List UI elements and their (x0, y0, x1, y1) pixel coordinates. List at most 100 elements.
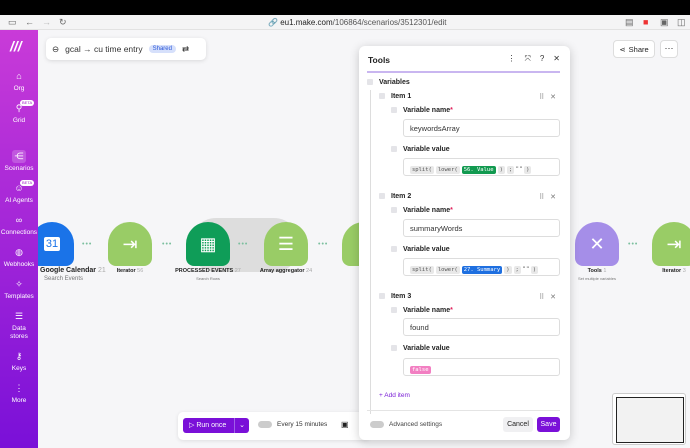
address-bar[interactable]: 🔗 eu1.make.com/106864/scenarios/3512301/… (268, 18, 447, 27)
variable-pill[interactable]: 27. Summary (461, 266, 503, 274)
collapse-toggle[interactable] (379, 193, 385, 200)
save-button[interactable]: Save (537, 417, 560, 432)
database-icon: ☰ (14, 311, 24, 321)
more-vertical-icon: ⋮ (14, 383, 24, 393)
back-icon[interactable]: ← (25, 17, 34, 27)
function-token[interactable]: lower( (435, 266, 460, 274)
module-iterator-2[interactable]: ⇥ (652, 222, 690, 266)
boolean-pill[interactable]: false (410, 366, 431, 374)
remove-item-icon[interactable]: ✕ (550, 94, 556, 101)
module-label: PROCESSED EVENTS 27 (175, 268, 241, 274)
drag-handle-icon[interactable]: ⠿ (539, 94, 544, 101)
collapse-toggle[interactable] (379, 293, 385, 300)
run-once-button[interactable]: ▷ Run once ⌄ (183, 418, 249, 433)
variable-value-input[interactable]: split(lower(27. Summary); " ") (403, 258, 560, 276)
function-token[interactable]: ) (504, 266, 512, 274)
collapse-toggle[interactable] (379, 93, 385, 100)
variable-value-label: Variable value (391, 246, 450, 253)
sidebar-label: Data stores (10, 325, 28, 340)
share-button[interactable]: ⋖ Share (613, 40, 655, 58)
forward-icon[interactable]: → (42, 17, 51, 27)
make-logo[interactable]: /// (10, 38, 22, 54)
sidebar-item-grid[interactable]: BETA ⚲ Grid (0, 100, 38, 125)
sidebar-item-connections[interactable]: ∞ Connections (0, 214, 38, 237)
cancel-button[interactable]: Cancel (503, 417, 533, 432)
variable-value-input[interactable]: split(lower(56. Value); " ") (403, 158, 560, 176)
swap-icon[interactable]: ⇄ (182, 44, 189, 55)
split-view-icon[interactable]: ◫ (677, 17, 686, 28)
connector[interactable]: ••• (628, 241, 638, 248)
schedule-toggle[interactable]: Every 15 minutes (258, 421, 327, 428)
sidebar-item-scenarios[interactable]: ⋲ Scenarios (0, 150, 38, 173)
add-item-button[interactable]: + Add item (379, 392, 410, 399)
variable-pill[interactable]: 56. Value (461, 166, 496, 174)
minimap[interactable] (612, 393, 686, 445)
variable-name-input[interactable]: found (403, 318, 560, 336)
sidebar-item-more[interactable]: ⋮ More (0, 382, 38, 405)
connector[interactable]: ••• (238, 241, 248, 248)
module-sub: Search Rows (196, 276, 220, 281)
footer-divider (367, 410, 560, 411)
module-tools[interactable]: ✕ (575, 222, 619, 266)
minimap-viewport[interactable] (616, 397, 684, 443)
variable-value-input[interactable]: false (403, 358, 560, 376)
expand-icon[interactable]: ⤧ (524, 54, 530, 64)
sidebar-item-templates[interactable]: ✧ Templates (0, 278, 38, 301)
sidebar-toggle-icon[interactable]: ▭ (8, 17, 17, 28)
item-2-header[interactable]: Item 2 (379, 193, 411, 200)
remove-item-icon[interactable]: ✕ (550, 294, 556, 301)
variable-name-input[interactable]: keywordsArray (403, 119, 560, 137)
item-3-header[interactable]: Item 3 (379, 293, 411, 300)
chevron-down-icon[interactable]: ⌄ (234, 418, 249, 433)
function-token[interactable]: split( (410, 166, 434, 174)
sidebar-item-webhooks[interactable]: ◍ Webhooks (0, 246, 38, 269)
scenario-title[interactable]: gcal → cu time entry (65, 44, 142, 54)
sidebar-item-data-stores[interactable]: ☰ Data stores (0, 310, 38, 341)
module-processed-events[interactable]: ▦ (186, 222, 230, 266)
function-token[interactable]: ) (524, 166, 532, 174)
item-controls: ⠿ ✕ (539, 93, 556, 101)
more-vertical-icon[interactable]: ⋮ (507, 54, 515, 64)
advanced-settings-toggle[interactable]: Advanced settings (370, 421, 442, 428)
key-icon: ⚷ (15, 351, 23, 361)
function-token[interactable]: lower( (435, 166, 460, 174)
back-circle-icon[interactable]: ⊖ (52, 44, 59, 55)
reload-icon[interactable]: ↻ (59, 17, 67, 28)
variable-name-label: Variable name* (391, 107, 453, 114)
separator-token[interactable]: ; (513, 266, 521, 274)
sidebar-item-keys[interactable]: ⚷ Keys (0, 350, 38, 373)
extension-icon[interactable]: ▤ (625, 17, 634, 28)
close-icon[interactable]: ✕ (553, 54, 560, 64)
drag-handle-icon[interactable]: ⠿ (539, 294, 544, 301)
advanced-settings-label: Advanced settings (389, 421, 443, 429)
toggle-switch[interactable] (258, 421, 272, 428)
module-iterator[interactable]: ⇥ (108, 222, 152, 266)
module-label: Array aggregator 24 (259, 268, 313, 274)
separator-token[interactable]: ; (506, 166, 515, 174)
save-icon[interactable]: ▣ (341, 420, 349, 429)
function-token[interactable]: split( (410, 266, 434, 274)
module-google-calendar[interactable]: 31 (38, 222, 74, 266)
more-button[interactable]: ··· (660, 40, 678, 58)
sidebar-item-org[interactable]: ⌂ Org (0, 70, 38, 93)
sidebar-item-ai-agents[interactable]: BETA ☺ AI Agents (0, 180, 38, 205)
item-controls: ⠿ ✕ (539, 293, 556, 301)
connector[interactable]: ••• (82, 241, 92, 248)
extension-red-icon[interactable]: ■ (643, 17, 648, 27)
module-array-aggregator[interactable]: ☰ (264, 222, 308, 266)
calendar-icon: 31 (43, 237, 61, 251)
function-token[interactable]: ) (530, 266, 539, 274)
variable-name-input[interactable]: summaryWords (403, 219, 560, 237)
schedule-label: Every 15 minutes (277, 421, 328, 429)
help-icon[interactable]: ? (540, 54, 544, 64)
connector[interactable]: ••• (162, 241, 172, 248)
item-1-header[interactable]: Item 1 (379, 93, 411, 100)
connector[interactable]: ••• (318, 241, 328, 248)
collapse-toggle[interactable] (367, 79, 373, 86)
drag-handle-icon[interactable]: ⠿ (539, 194, 544, 201)
variables-section[interactable]: Variables (367, 79, 410, 86)
toggle-switch[interactable] (370, 421, 384, 428)
reader-icon[interactable]: ▣ (660, 17, 669, 28)
function-token[interactable]: ) (497, 166, 505, 174)
remove-item-icon[interactable]: ✕ (550, 194, 556, 201)
